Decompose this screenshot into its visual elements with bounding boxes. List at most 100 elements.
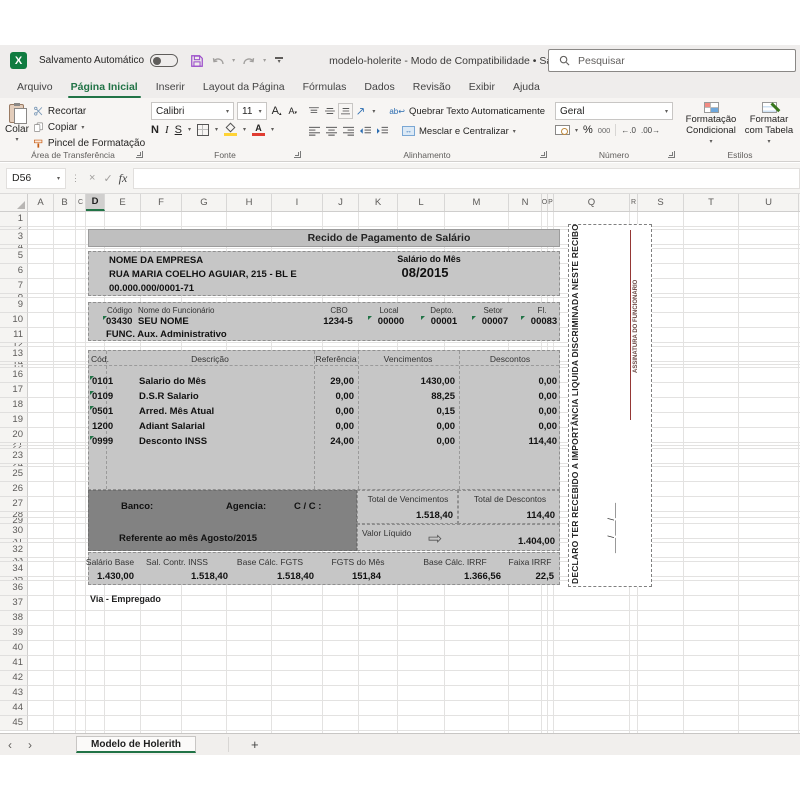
decrease-font-button[interactable]: A▾: [286, 106, 299, 116]
tab-página-inicial[interactable]: Página Inicial: [62, 78, 147, 98]
decrease-indent-icon[interactable]: [360, 126, 371, 136]
row-header-41[interactable]: 41: [0, 656, 28, 671]
row-header-40[interactable]: 40: [0, 641, 28, 656]
orientation-icon[interactable]: [356, 106, 366, 116]
confirm-entry-icon[interactable]: ✓: [103, 172, 112, 185]
clipboard-dialog-launcher[interactable]: [136, 151, 143, 158]
column-header-A[interactable]: A: [28, 194, 54, 211]
prev-sheet-icon[interactable]: ‹: [0, 738, 20, 752]
font-dialog-launcher[interactable]: [294, 151, 301, 158]
row-header-27[interactable]: 27: [0, 497, 28, 512]
select-all-corner[interactable]: [0, 194, 28, 211]
orientation-chevron-icon[interactable]: ▾: [372, 108, 375, 115]
column-header-J[interactable]: J: [323, 194, 359, 211]
name-box[interactable]: D56 ▾: [6, 168, 66, 189]
next-sheet-icon[interactable]: ›: [20, 738, 40, 752]
row-header-10[interactable]: 10: [0, 313, 28, 328]
row-header-42[interactable]: 42: [0, 671, 28, 686]
increase-font-button[interactable]: A▴: [270, 105, 284, 117]
align-middle-icon[interactable]: [325, 106, 335, 116]
save-icon[interactable]: [190, 54, 204, 68]
row-header-44[interactable]: 44: [0, 701, 28, 716]
row-header-16[interactable]: 16: [0, 368, 28, 383]
tab-exibir[interactable]: Exibir: [460, 78, 504, 98]
tab-fórmulas[interactable]: Fórmulas: [294, 78, 356, 98]
row-header-45[interactable]: 45: [0, 716, 28, 731]
column-header-B[interactable]: B: [54, 194, 76, 211]
autosave-control[interactable]: Salvamento Automático: [39, 54, 178, 67]
copy-button[interactable]: Copiar ▾: [33, 120, 145, 134]
font-name-combo[interactable]: Calibri▾: [151, 102, 234, 120]
column-header-N[interactable]: N: [509, 194, 542, 211]
accounting-format-icon[interactable]: [555, 125, 570, 135]
row-header-26[interactable]: 26: [0, 482, 28, 497]
row-header-5[interactable]: 5: [0, 249, 28, 264]
column-header-L[interactable]: L: [398, 194, 445, 211]
align-right-icon[interactable]: [343, 126, 354, 136]
redo-chevron-icon[interactable]: ▾: [263, 57, 266, 64]
tab-revisão[interactable]: Revisão: [404, 78, 460, 98]
wrap-text-button[interactable]: ab↩ Quebrar Texto Automaticamente: [389, 106, 545, 117]
search-box[interactable]: Pesquisar: [548, 49, 796, 72]
number-format-combo[interactable]: Geral▾: [555, 102, 673, 120]
row-header-1[interactable]: 1: [0, 212, 28, 227]
row-header-18[interactable]: 18: [0, 398, 28, 413]
column-header-F[interactable]: F: [141, 194, 182, 211]
row-header-13[interactable]: 13: [0, 347, 28, 362]
underline-button[interactable]: S: [175, 124, 182, 136]
row-header-30[interactable]: 30: [0, 524, 28, 539]
tab-arquivo[interactable]: Arquivo: [8, 78, 62, 98]
row-header-23[interactable]: 23: [0, 449, 28, 464]
row-header-38[interactable]: 38: [0, 611, 28, 626]
sheet-tab-active[interactable]: Modelo de Holerith: [76, 736, 196, 753]
redo-icon[interactable]: [242, 55, 256, 67]
format-painter-button[interactable]: Pincel de Formatação: [33, 136, 145, 150]
row-header-36[interactable]: 36: [0, 581, 28, 596]
column-header-U[interactable]: U: [739, 194, 799, 211]
add-sheet-button[interactable]: +: [228, 737, 259, 752]
decrease-decimal-button[interactable]: .00→: [641, 126, 660, 135]
customize-toolbar-icon[interactable]: ▾: [275, 57, 283, 64]
fill-chevron-icon[interactable]: ▾: [243, 126, 246, 133]
sheet-grid[interactable]: 1234567891011121314151617181920212223242…: [0, 212, 800, 733]
undo-chevron-icon[interactable]: ▾: [232, 57, 235, 64]
excel-logo-icon[interactable]: X: [10, 52, 27, 69]
cut-button[interactable]: Recortar: [33, 104, 145, 118]
tab-dados[interactable]: Dados: [355, 78, 403, 98]
borders-icon[interactable]: [197, 124, 209, 136]
column-header-D[interactable]: D: [86, 194, 105, 211]
font-size-combo[interactable]: 11▾: [237, 102, 267, 120]
font-color-chevron-icon[interactable]: ▾: [271, 126, 274, 133]
row-header-34[interactable]: 34: [0, 562, 28, 577]
row-header-20[interactable]: 20: [0, 428, 28, 443]
number-dialog-launcher[interactable]: [668, 151, 675, 158]
row-header-32[interactable]: 32: [0, 543, 28, 558]
align-top-icon[interactable]: [309, 106, 319, 116]
tab-layout-da-página[interactable]: Layout da Página: [194, 78, 294, 98]
column-header-K[interactable]: K: [359, 194, 398, 211]
column-header-G[interactable]: G: [182, 194, 227, 211]
row-header-43[interactable]: 43: [0, 686, 28, 701]
column-header-M[interactable]: M: [445, 194, 509, 211]
formula-input[interactable]: [133, 168, 800, 189]
comma-style-button[interactable]: 000: [598, 126, 611, 135]
row-header-25[interactable]: 25: [0, 467, 28, 482]
increase-indent-icon[interactable]: [377, 126, 388, 136]
column-header-H[interactable]: H: [227, 194, 272, 211]
font-color-icon[interactable]: A: [252, 124, 265, 136]
align-center-icon[interactable]: [326, 126, 337, 136]
column-header-C[interactable]: C: [76, 194, 86, 211]
italic-button[interactable]: I: [165, 124, 169, 136]
row-header-3[interactable]: 3: [0, 230, 28, 245]
column-header-T[interactable]: T: [684, 194, 739, 211]
row-header-37[interactable]: 37: [0, 596, 28, 611]
paste-button[interactable]: Colar ▾: [5, 102, 29, 150]
conditional-formatting-button[interactable]: Formatação Condicional ▾: [683, 102, 739, 148]
align-bottom-icon[interactable]: [341, 106, 351, 116]
column-header-I[interactable]: I: [272, 194, 323, 211]
column-header-E[interactable]: E: [105, 194, 141, 211]
row-header-6[interactable]: 6: [0, 264, 28, 279]
column-header-S[interactable]: S: [638, 194, 684, 211]
align-left-icon[interactable]: [309, 126, 320, 136]
insert-function-icon[interactable]: fx: [119, 171, 128, 186]
